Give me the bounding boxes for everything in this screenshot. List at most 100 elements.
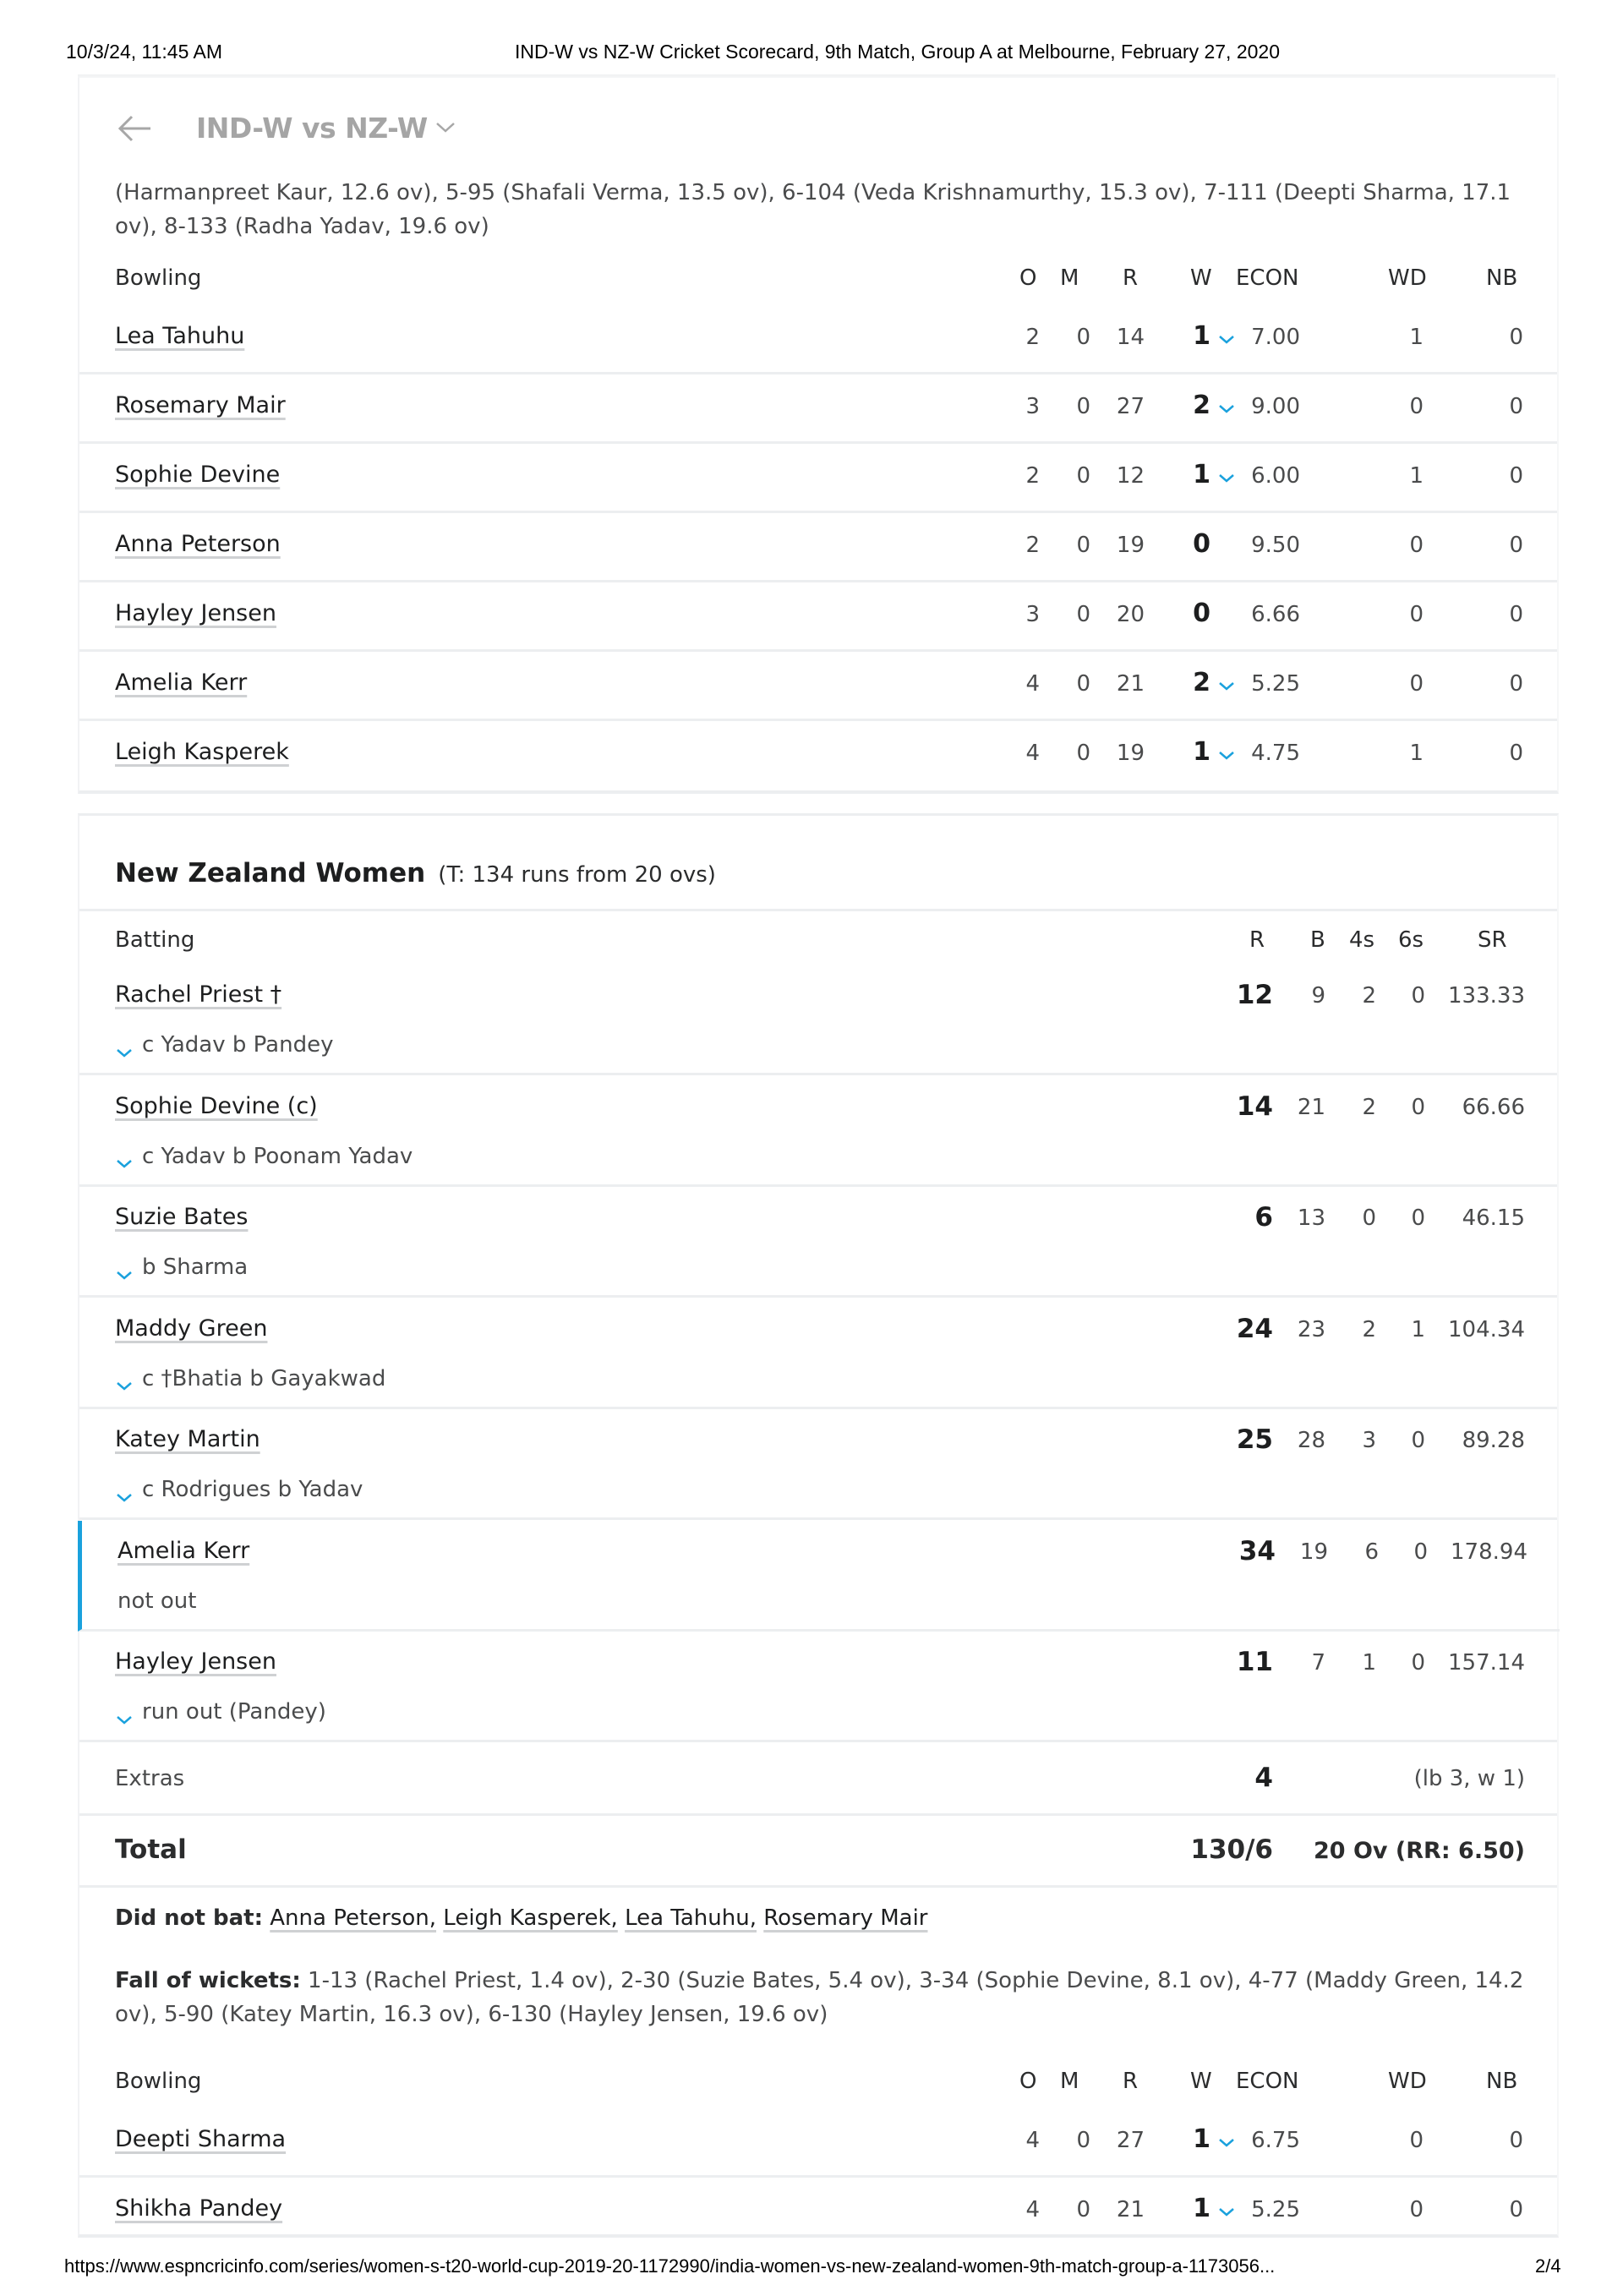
chevron-down-icon[interactable] (115, 1040, 134, 1058)
batter-sr: 66.66 (1462, 1094, 1525, 1120)
bowling-header-r: R (1123, 2069, 1139, 2094)
arrow-left-icon[interactable] (117, 113, 154, 144)
did-not-bat-player-link[interactable]: Anna Peterson, (270, 1905, 436, 1931)
bowler-name-link[interactable]: Sophie Devine (115, 462, 280, 488)
bowler-wickets[interactable]: 1 (1193, 2194, 1210, 2223)
did-not-bat: Did not bat: Anna Peterson, Leigh Kasper… (115, 1901, 1552, 1935)
batter-runs: 11 (1236, 1647, 1273, 1677)
bowler-econ: 7.00 (1251, 325, 1300, 350)
bowler-name-link[interactable]: Leigh Kasperek (115, 739, 289, 765)
match-navbar: IND-W vs NZ-W (79, 101, 1557, 156)
bowling-row: Sophie Devine 2 0 12 6.00 1 0 1 (79, 441, 1557, 513)
bowler-name-link[interactable]: Hayley Jensen (115, 600, 276, 626)
batter-sr: 133.33 (1448, 983, 1525, 1009)
bowler-wickets: 0 (1193, 599, 1210, 628)
bowler-m: 0 (1076, 533, 1090, 558)
dismissal-text: run out (Pandey) (142, 1699, 326, 1725)
bowler-name-link[interactable]: Amelia Kerr (115, 670, 247, 696)
dismissal-text: not out (117, 1588, 197, 1614)
nz-innings-card: New Zealand Women (T: 134 runs from 20 o… (78, 813, 1560, 2238)
bowler-o: 4 (1025, 2197, 1040, 2222)
bowler-name-link[interactable]: Lea Tahuhu (115, 323, 244, 349)
expand-wickets-chevron-icon[interactable] (1217, 2206, 1236, 2217)
bowler-o: 4 (1025, 2128, 1040, 2153)
chevron-down-icon[interactable] (115, 1707, 134, 1725)
bowler-r: 21 (1116, 671, 1145, 697)
bowler-nb: 0 (1509, 325, 1523, 350)
dismissal-info[interactable]: c Rodrigues b Yadav (115, 1477, 363, 1502)
did-not-bat-player-link[interactable]: Leigh Kasperek, (443, 1905, 618, 1931)
bowler-wickets: 0 (1193, 529, 1210, 559)
batting-row: Maddy Green c †Bhatia b Gayakwad 24 23 2 1 104… (79, 1298, 1557, 1409)
expand-wickets-chevron-icon[interactable] (1217, 749, 1236, 761)
bowler-econ: 4.75 (1251, 741, 1300, 766)
bowler-wickets[interactable]: 1 (1193, 2124, 1210, 2154)
dismissal-info[interactable]: c Yadav b Pandey (115, 1032, 333, 1058)
bowling-header-w: W (1190, 265, 1212, 291)
extras-label: Extras (115, 1766, 185, 1791)
chevron-down-icon[interactable] (115, 1373, 134, 1391)
batter-name-link[interactable]: Rachel Priest † (115, 981, 281, 1008)
batter-fours: 0 (1362, 1205, 1376, 1231)
expand-wickets-chevron-icon[interactable] (1217, 680, 1236, 692)
dismissal-text: c Yadav b Pandey (142, 1032, 334, 1058)
did-not-bat-player-link[interactable]: Lea Tahuhu, (625, 1905, 757, 1931)
bowler-wickets[interactable]: 1 (1193, 737, 1210, 767)
batter-b: 13 (1297, 1205, 1325, 1231)
bowling-header-nb: NB (1486, 265, 1518, 291)
expand-wickets-chevron-icon[interactable] (1217, 333, 1236, 345)
bowling-row: Anna Peterson 2 0 19 9.50 0 0 0 (79, 511, 1557, 582)
bowler-wickets[interactable]: 2 (1193, 391, 1210, 420)
bowling-header-row: Bowling O M R W ECON WD NB (79, 2058, 1557, 2109)
bowler-wickets[interactable]: 1 (1193, 321, 1210, 351)
batter-name-link[interactable]: Maddy Green (115, 1315, 267, 1342)
chevron-down-icon[interactable] (115, 1151, 134, 1168)
batter-fours: 2 (1362, 1316, 1376, 1342)
batter-name-link[interactable]: Suzie Bates (115, 1204, 248, 1230)
expand-wickets-chevron-icon[interactable] (1217, 402, 1236, 414)
dismissal-info[interactable]: b Sharma (115, 1255, 248, 1280)
bowler-name-link[interactable]: Deepti Sharma (115, 2126, 286, 2152)
bowler-name-link[interactable]: Shikha Pandey (115, 2195, 282, 2222)
bowler-wickets[interactable]: 2 (1193, 668, 1210, 697)
batter-name-link[interactable]: Amelia Kerr (117, 1538, 249, 1564)
chevron-down-icon[interactable] (434, 118, 456, 135)
bowling-row: Lea Tahuhu 2 0 14 7.00 1 0 1 (79, 303, 1557, 374)
bowling-row: Deepti Sharma 4 0 27 6.75 0 0 1 (79, 2106, 1557, 2178)
batter-fours: 2 (1362, 983, 1376, 1009)
bowler-m: 0 (1076, 2197, 1090, 2222)
batting-header-r: R (1249, 927, 1265, 953)
bowler-nb: 0 (1509, 2197, 1523, 2222)
dismissal-info[interactable]: c Yadav b Poonam Yadav (115, 1144, 413, 1169)
match-title[interactable]: IND-W vs NZ-W (196, 112, 428, 145)
dismissal-info[interactable]: run out (Pandey) (115, 1699, 326, 1725)
batter-name-link[interactable]: Katey Martin (115, 1426, 260, 1452)
batter-name-link[interactable]: Hayley Jensen (115, 1648, 276, 1675)
bowler-wd: 0 (1409, 533, 1424, 558)
bowler-nb: 0 (1509, 533, 1523, 558)
bowler-econ: 6.75 (1251, 2128, 1300, 2153)
page-number: 2/4 (1535, 2255, 1561, 2277)
bowler-name-link[interactable]: Anna Peterson (115, 531, 281, 557)
bowler-r: 19 (1116, 533, 1145, 558)
bowler-name-link[interactable]: Rosemary Mair (115, 392, 286, 418)
batting-header-b: B (1310, 927, 1325, 953)
batter-fours: 2 (1362, 1094, 1376, 1120)
fall-of-wickets-text: 1-13 (Rachel Priest, 1.4 ov), 2-30 (Suzi… (115, 1968, 1524, 2027)
bowler-nb: 0 (1509, 2128, 1523, 2153)
expand-wickets-chevron-icon[interactable] (1217, 472, 1236, 484)
bowler-o: 2 (1025, 533, 1040, 558)
batting-header-title: Batting (115, 927, 195, 953)
batter-runs: 25 (1236, 1424, 1273, 1455)
batter-name-link[interactable]: Sophie Devine (c) (115, 1093, 318, 1119)
bowler-o: 2 (1025, 463, 1040, 489)
chevron-down-icon[interactable] (115, 1484, 134, 1502)
did-not-bat-player-link[interactable]: Rosemary Mair (763, 1905, 927, 1931)
expand-wickets-chevron-icon[interactable] (1217, 2136, 1236, 2148)
bowling-header-title: Bowling (115, 265, 202, 291)
bowler-wickets[interactable]: 1 (1193, 460, 1210, 489)
dismissal-info[interactable]: c †Bhatia b Gayakwad (115, 1366, 385, 1391)
chevron-down-icon[interactable] (115, 1262, 134, 1280)
batting-row: Sophie Devine (c) c Yadav b Poonam Yadav 1… (79, 1076, 1557, 1187)
batter-runs: 14 (1236, 1091, 1273, 1122)
